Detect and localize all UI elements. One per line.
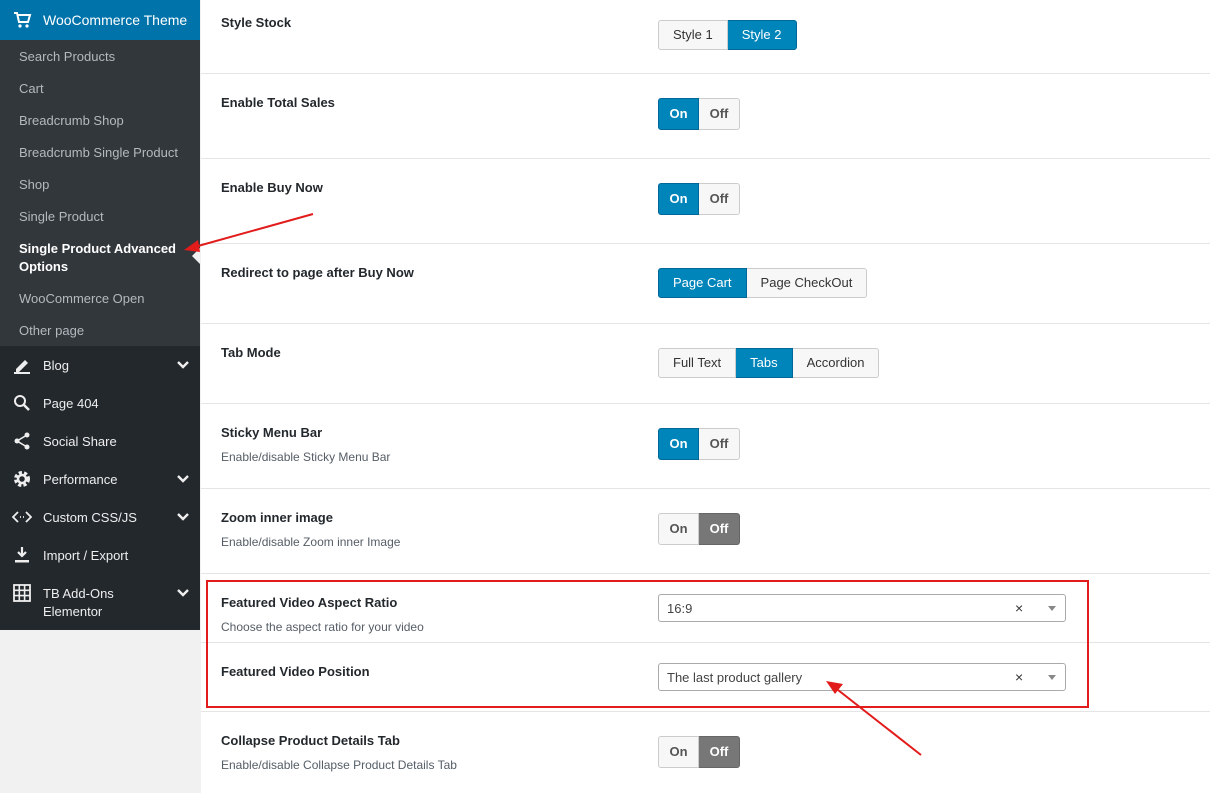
gear-icon (14, 471, 30, 487)
sidebar-item-label: Page 404 (43, 396, 99, 411)
sidebar-item-label: Custom CSS/JS (43, 510, 137, 525)
toggle-off-button[interactable]: Off (699, 736, 740, 768)
style-stock-button-group: Style 1 Style 2 (658, 20, 797, 50)
toggle-on-button[interactable]: On (658, 513, 699, 545)
sidebar-item-import-export[interactable]: Import / Export (0, 536, 200, 574)
setting-total-sales: Enable Total Sales On Off (201, 74, 1210, 159)
download-icon (15, 547, 29, 563)
active-item-pointer (192, 248, 200, 264)
setting-title: Collapse Product Details Tab (221, 733, 400, 748)
share-icon (14, 432, 30, 450)
toggle-on-button[interactable]: On (658, 183, 699, 215)
admin-sidebar: WooCommerce Theme Search Products Cart B… (0, 0, 200, 630)
toggle-off-button[interactable]: Off (699, 98, 740, 130)
collapse-tab-toggle: On Off (658, 736, 740, 768)
sidebar-item-search-products[interactable]: Search Products (19, 48, 115, 66)
setting-description: Enable/disable Sticky Menu Bar (221, 450, 391, 464)
setting-tab-mode: Tab Mode Full Text Tabs Accordion (201, 324, 1210, 404)
setting-title: Enable Total Sales (221, 95, 335, 110)
sidebar-item-label: TB Add-Ons Elementor (43, 586, 114, 619)
setting-redirect: Redirect to page after Buy Now Page Cart… (201, 244, 1210, 324)
setting-title: Zoom inner image (221, 510, 333, 525)
sidebar-item-other-page[interactable]: Other page (19, 322, 84, 340)
full-text-button[interactable]: Full Text (658, 348, 737, 378)
setting-collapse-tab: Collapse Product Details Tab Enable/disa… (201, 712, 1210, 793)
sidebar-item-label: Social Share (43, 434, 117, 449)
toggle-on-button[interactable]: On (658, 98, 699, 130)
setting-title: Redirect to page after Buy Now (221, 265, 414, 280)
chevron-down-icon (177, 589, 189, 597)
zoom-toggle: On Off (658, 513, 740, 545)
grid-icon (13, 584, 31, 602)
sidebar-item-label: Blog (43, 358, 70, 373)
sidebar-item-single-product[interactable]: Single Product (19, 208, 104, 226)
sidebar-item-woocommerce-open[interactable]: WooCommerce Open (19, 290, 144, 308)
sidebar-header-label: WooCommerce Theme (43, 12, 188, 28)
redirect-button-group: Page Cart Page CheckOut (658, 268, 868, 298)
setting-title: Sticky Menu Bar (221, 425, 323, 440)
tabs-button[interactable]: Tabs (736, 348, 793, 378)
page-cart-button[interactable]: Page Cart (658, 268, 747, 298)
sidebar-submenu: Search Products Cart Breadcrumb Shop Bre… (0, 40, 200, 346)
setting-title: Enable Buy Now (221, 180, 323, 195)
accordion-button[interactable]: Accordion (792, 348, 880, 378)
annotation-highlight-box (206, 580, 1089, 708)
code-icon (12, 511, 32, 523)
setting-sticky-menu: Sticky Menu Bar Enable/disable Sticky Me… (201, 404, 1210, 489)
sidebar-item-blog[interactable]: Blog (0, 346, 200, 384)
sidebar-item-tb-addons[interactable]: TB Add-Ons Elementor (0, 574, 200, 624)
sidebar-item-breadcrumb-single-product[interactable]: Breadcrumb Single Product (19, 144, 178, 162)
page-checkout-button[interactable]: Page CheckOut (746, 268, 868, 298)
sidebar-item-custom-css-js[interactable]: Custom CSS/JS (0, 498, 200, 536)
chevron-down-icon (177, 513, 189, 521)
sidebar-item-label: Import / Export (43, 548, 129, 563)
toggle-off-button[interactable]: Off (699, 513, 740, 545)
chevron-down-icon (177, 475, 189, 483)
sticky-menu-toggle: On Off (658, 428, 740, 460)
setting-style-stock: Style Stock Style 1 Style 2 (201, 0, 1210, 74)
toggle-on-button[interactable]: On (658, 736, 699, 768)
sidebar-item-performance[interactable]: Performance (0, 460, 200, 498)
setting-title: Tab Mode (221, 345, 281, 360)
setting-description: Enable/disable Collapse Product Details … (221, 758, 457, 772)
setting-buy-now: Enable Buy Now On Off (201, 159, 1210, 244)
sidebar-item-single-product-advanced[interactable]: Single Product Advanced Options (19, 240, 189, 276)
style-1-button[interactable]: Style 1 (658, 20, 728, 50)
toggle-on-button[interactable]: On (658, 428, 699, 460)
pencil-icon (14, 360, 30, 374)
toggle-off-button[interactable]: Off (699, 428, 740, 460)
toggle-off-button[interactable]: Off (699, 183, 740, 215)
sidebar-item-woocommerce-theme[interactable]: WooCommerce Theme (0, 0, 200, 40)
tab-mode-button-group: Full Text Tabs Accordion (658, 348, 880, 378)
sidebar-item-cart[interactable]: Cart (19, 80, 44, 98)
sidebar-item-label: Performance (43, 472, 118, 487)
total-sales-toggle: On Off (658, 98, 740, 130)
sidebar-item-social-share[interactable]: Social Share (0, 422, 200, 460)
sidebar-item-page-404[interactable]: Page 404 (0, 384, 200, 422)
buy-now-toggle: On Off (658, 183, 740, 215)
setting-title: Style Stock (221, 15, 292, 30)
search-page-icon (14, 395, 30, 411)
style-2-button[interactable]: Style 2 (727, 20, 797, 50)
sidebar-item-breadcrumb-shop[interactable]: Breadcrumb Shop (19, 112, 124, 130)
setting-description: Enable/disable Zoom inner Image (221, 535, 401, 549)
chevron-down-icon (177, 361, 189, 369)
setting-zoom: Zoom inner image Enable/disable Zoom inn… (201, 489, 1210, 574)
sidebar-item-shop[interactable]: Shop (19, 176, 49, 194)
cart-icon (14, 12, 32, 28)
